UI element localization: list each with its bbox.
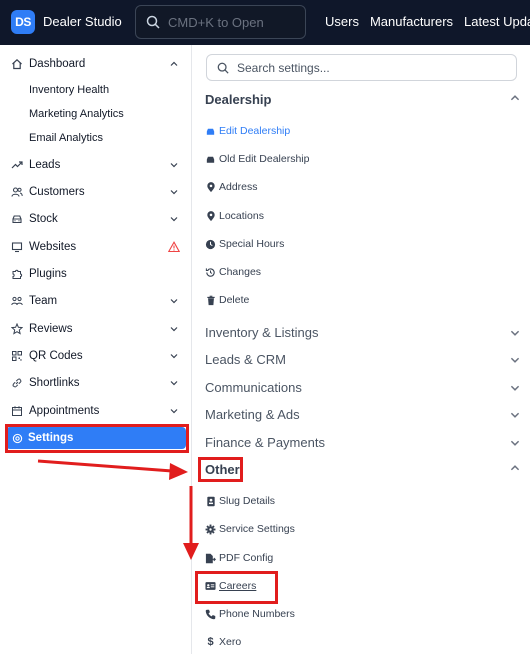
settings-item-phone-numbers[interactable]: Phone Numbers	[205, 608, 295, 620]
section-dealership-header[interactable]: Dealership	[205, 92, 271, 107]
annotation-box-other	[198, 457, 243, 482]
history-icon	[205, 267, 216, 278]
chevron-up-icon[interactable]	[509, 462, 521, 474]
settings-panel: Search settings... Dealership Edit Deale…	[193, 45, 530, 654]
users-icon	[10, 185, 24, 199]
chevron-down-icon[interactable]	[509, 382, 521, 394]
chevron-down-icon[interactable]	[509, 327, 521, 339]
chevron-down-icon[interactable]	[168, 350, 180, 362]
sidebar-item-reviews[interactable]: Reviews	[0, 316, 192, 342]
link-icon	[10, 376, 24, 390]
sidebar-item-qr-codes[interactable]: QR Codes	[0, 343, 192, 369]
search-icon	[146, 15, 160, 29]
nav-link-latest-update[interactable]: Latest Update	[464, 14, 530, 29]
gear-icon	[205, 524, 216, 535]
chevron-down-icon[interactable]	[168, 186, 180, 198]
sidebar-item-customers[interactable]: Customers	[0, 179, 192, 205]
trend-icon	[10, 158, 24, 172]
settings-item-pdf-config[interactable]: PDF Config	[205, 552, 273, 564]
chevron-down-icon[interactable]	[509, 409, 521, 421]
app-logo[interactable]: DS	[11, 10, 35, 34]
chevron-down-icon[interactable]	[168, 323, 180, 335]
sidebar-item-shortlinks[interactable]: Shortlinks	[0, 370, 192, 396]
phone-icon	[205, 609, 216, 620]
chevron-down-icon[interactable]	[168, 295, 180, 307]
monitor-icon	[10, 240, 24, 254]
star-icon	[10, 322, 24, 336]
app-name[interactable]: Dealer Studio	[43, 14, 122, 29]
sidebar-item-appointments[interactable]: Appointments	[0, 398, 192, 424]
chevron-up-icon[interactable]	[509, 92, 521, 104]
car-icon	[10, 212, 24, 226]
chevron-down-icon[interactable]	[168, 213, 180, 225]
home-icon	[10, 57, 24, 71]
dollar-icon: $	[207, 636, 214, 648]
settings-item-changes[interactable]: Changes	[205, 266, 261, 278]
section-finance-payments[interactable]: Finance & Payments	[205, 435, 325, 450]
settings-item-slug-details[interactable]: Slug Details	[205, 495, 275, 507]
settings-item-xero[interactable]: $ Xero	[205, 636, 241, 648]
chevron-down-icon[interactable]	[509, 437, 521, 449]
settings-item-old-edit-dealership[interactable]: Old Edit Dealership	[205, 153, 309, 165]
file-export-icon	[205, 553, 216, 564]
qr-icon	[10, 349, 24, 363]
section-marketing-ads[interactable]: Marketing & Ads	[205, 407, 300, 422]
puzzle-icon	[10, 267, 24, 281]
settings-search-placeholder: Search settings...	[237, 60, 330, 75]
sidebar-item-team[interactable]: Team	[0, 288, 192, 314]
settings-item-address[interactable]: Address	[205, 181, 258, 193]
top-bar: DS Dealer Studio CMD+K to Open Users Man…	[0, 0, 530, 45]
search-icon	[217, 62, 229, 74]
trash-icon	[205, 295, 216, 306]
map-pin-icon	[205, 210, 216, 222]
sidebar: Dashboard Inventory Health Marketing Ana…	[0, 45, 192, 654]
car-icon	[205, 154, 216, 165]
team-icon	[10, 294, 24, 308]
section-communications[interactable]: Communications	[205, 380, 302, 395]
chevron-up-icon[interactable]	[168, 58, 180, 70]
chevron-down-icon[interactable]	[168, 405, 180, 417]
nav-link-manufacturers[interactable]: Manufacturers	[370, 14, 453, 29]
sidebar-subitem-email-analytics[interactable]: Email Analytics	[29, 132, 103, 144]
sidebar-item-stock[interactable]: Stock	[0, 206, 192, 232]
settings-search-input[interactable]: Search settings...	[206, 54, 517, 81]
settings-item-service-settings[interactable]: Service Settings	[205, 523, 295, 535]
sidebar-item-leads[interactable]: Leads	[0, 152, 192, 178]
annotation-box-settings	[5, 424, 189, 453]
warning-icon	[168, 241, 180, 253]
nav-link-users[interactable]: Users	[325, 14, 359, 29]
settings-item-edit-dealership[interactable]: Edit Dealership	[205, 125, 290, 137]
map-pin-icon	[205, 181, 216, 193]
section-inventory-listings[interactable]: Inventory & Listings	[205, 325, 318, 340]
annotation-box-careers	[195, 571, 278, 604]
settings-item-locations[interactable]: Locations	[205, 210, 264, 222]
chevron-down-icon[interactable]	[168, 159, 180, 171]
id-badge-icon	[205, 496, 216, 507]
clock-icon	[205, 239, 216, 250]
search-placeholder: CMD+K to Open	[168, 14, 264, 30]
sidebar-item-websites[interactable]: Websites	[0, 234, 192, 260]
sidebar-subitem-marketing-analytics[interactable]: Marketing Analytics	[29, 108, 124, 120]
car-icon	[205, 126, 216, 137]
calendar-icon	[10, 404, 24, 418]
sidebar-item-plugins[interactable]: Plugins	[0, 261, 192, 287]
sidebar-item-dashboard[interactable]: Dashboard	[0, 51, 192, 77]
chevron-down-icon[interactable]	[168, 377, 180, 389]
settings-item-special-hours[interactable]: Special Hours	[205, 238, 284, 250]
sidebar-subitem-inventory-health[interactable]: Inventory Health	[29, 84, 109, 96]
settings-item-delete[interactable]: Delete	[205, 294, 249, 306]
command-search-input[interactable]: CMD+K to Open	[135, 5, 306, 39]
section-leads-crm[interactable]: Leads & CRM	[205, 352, 286, 367]
chevron-down-icon[interactable]	[509, 354, 521, 366]
